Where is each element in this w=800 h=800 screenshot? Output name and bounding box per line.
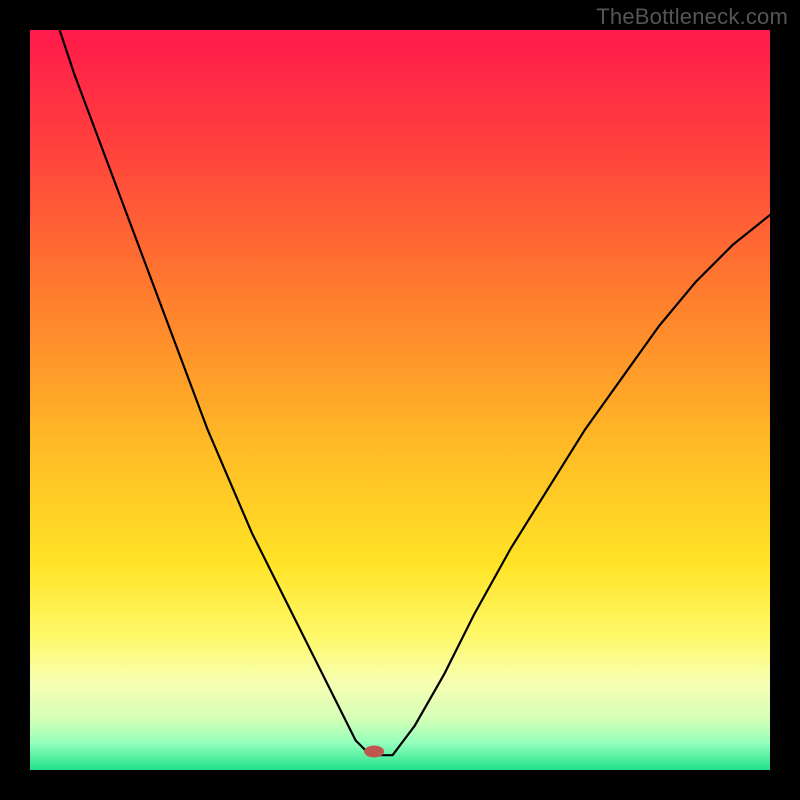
chart-svg (30, 30, 770, 770)
optimum-marker (364, 746, 384, 758)
watermark-text: TheBottleneck.com (596, 4, 788, 30)
plot-area (30, 30, 770, 770)
gradient-background (30, 30, 770, 770)
chart-frame: TheBottleneck.com (0, 0, 800, 800)
